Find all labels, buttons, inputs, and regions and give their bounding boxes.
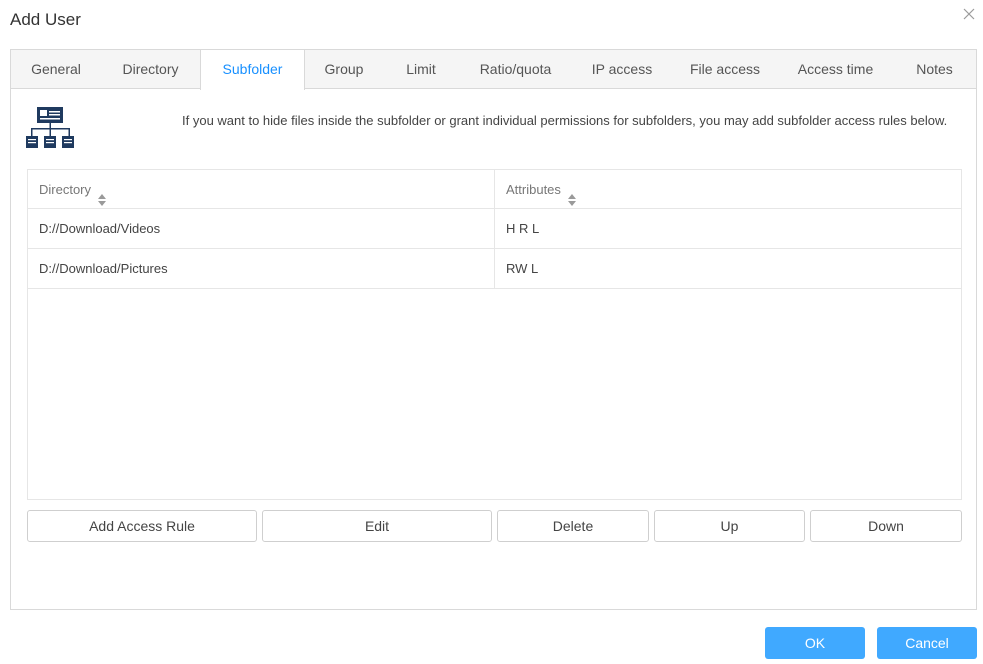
up-button[interactable]: Up	[654, 510, 805, 542]
down-button[interactable]: Down	[810, 510, 962, 542]
cell-directory: D://Download/Pictures	[39, 261, 168, 276]
add-access-rule-button[interactable]: Add Access Rule	[27, 510, 257, 542]
tab-file-access[interactable]: File access	[672, 50, 778, 89]
tab-limit[interactable]: Limit	[383, 50, 459, 89]
dialog-title: Add User	[10, 10, 81, 29]
tab-general[interactable]: General	[11, 50, 101, 89]
column-header-directory[interactable]: Directory	[28, 170, 494, 209]
tab-ip-access[interactable]: IP access	[572, 50, 672, 89]
delete-button[interactable]: Delete	[497, 510, 649, 542]
tab-bar: General Directory Subfolder Group Limit …	[11, 50, 976, 90]
column-header-attributes[interactable]: Attributes	[495, 170, 961, 209]
cell-attributes: H R L	[506, 221, 540, 236]
tab-access-time[interactable]: Access time	[778, 50, 893, 89]
hierarchy-icon	[26, 107, 76, 149]
cell-attributes: RW L	[506, 261, 539, 276]
info-text: If you want to hide files inside the sub…	[182, 113, 948, 128]
tab-ratio-quota[interactable]: Ratio/quota	[459, 50, 572, 89]
cell-directory: D://Download/Videos	[39, 221, 161, 236]
add-user-dialog: Add User General Directory Subfolder Gro…	[0, 0, 983, 664]
tab-subfolder[interactable]: Subfolder	[200, 50, 305, 90]
tab-directory[interactable]: Directory	[101, 50, 200, 89]
subfolder-table: Directory Attributes D://Download/Videos…	[27, 169, 962, 500]
tab-panel: General Directory Subfolder Group Limit …	[10, 49, 977, 610]
column-divider	[494, 170, 495, 289]
edit-button[interactable]: Edit	[262, 510, 492, 542]
tab-notes[interactable]: Notes	[893, 50, 976, 89]
tab-group[interactable]: Group	[305, 50, 383, 89]
sort-icon[interactable]	[97, 183, 107, 206]
ok-button[interactable]: OK	[765, 627, 865, 659]
cancel-button[interactable]: Cancel	[877, 627, 977, 659]
close-icon[interactable]	[961, 6, 977, 22]
sort-icon[interactable]	[567, 183, 577, 206]
column-header-label: Attributes	[506, 182, 561, 197]
column-header-label: Directory	[39, 182, 92, 197]
